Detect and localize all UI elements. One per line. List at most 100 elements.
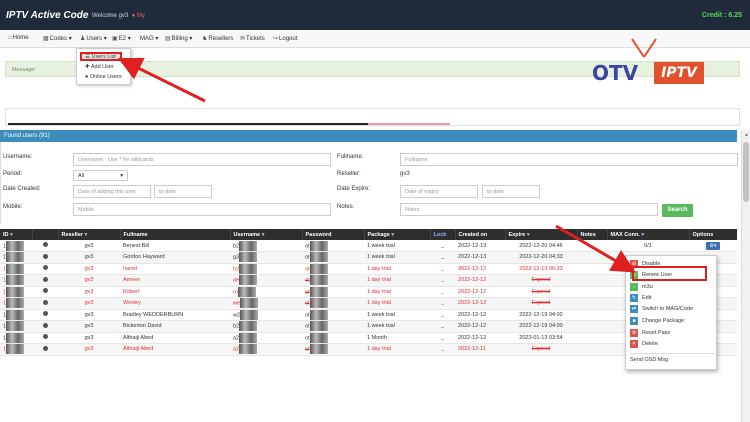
cell-fullname: Althaiji Abed [120, 343, 230, 356]
package-icon: ■ [630, 317, 638, 325]
col-fullname[interactable]: Fullname [120, 229, 231, 240]
cell-fullname: Bradley WEDDERBURN [120, 309, 230, 321]
cell-package: 1 day trial [364, 343, 430, 356]
cell-username: w2 [230, 309, 302, 321]
cell-expire: 2022-12-19 04:00 [505, 320, 577, 333]
nav-home[interactable]: ⌂Home [8, 35, 29, 41]
nav-mag[interactable]: MAG ▾ [140, 35, 158, 42]
cell-notes [577, 274, 607, 287]
redacted-block [239, 332, 258, 343]
cell-lock: _ [430, 297, 455, 310]
nav-logout[interactable]: ↪Logout [273, 35, 297, 42]
col-max-conn[interactable]: MAX Conn. ▾ [607, 229, 690, 240]
cell-status [32, 309, 58, 321]
cell-password: ot [302, 343, 364, 356]
scroll-thumb[interactable] [743, 142, 749, 202]
fullname-input[interactable]: Fullname [400, 153, 738, 166]
action-m3u[interactable]: ↓ m3u [630, 283, 653, 293]
period-select[interactable]: All ▾ [73, 170, 128, 181]
action-change-package[interactable]: ■ Change Package [630, 317, 684, 327]
page-scrollbar[interactable]: ▲ [741, 130, 750, 422]
cell-reseller: gv3 [58, 274, 120, 287]
logo-iptv: IPTV [654, 62, 704, 84]
cell-max-conn: 0/1 [607, 240, 689, 252]
menu-add-user[interactable]: ✚ Add User [85, 64, 114, 70]
action-switch-mag[interactable]: ⇄ Switch to MAG/Code [630, 305, 693, 315]
message-label: Message: [12, 67, 36, 73]
username-input[interactable]: Username : Use * for wildcards [73, 153, 331, 166]
ticket-icon: ✉ [240, 36, 246, 42]
col-expire[interactable]: Expire ▾ [505, 229, 578, 240]
scroll-up-icon[interactable]: ▲ [744, 132, 749, 138]
redacted-block [239, 240, 258, 251]
found-users-header: Found users (91) [0, 130, 737, 142]
cell-reseller: gv3 [58, 297, 120, 310]
cell-created: 2022-12-12 [455, 309, 505, 321]
action-edit[interactable]: ✎ Edit [630, 294, 651, 304]
table-row[interactable]: 1 gv3 Benest Bill b2 ot 1 week trial _ 2022-12-… [0, 240, 737, 252]
expire-from-input[interactable]: Date of expiry [400, 185, 478, 198]
redacted-strip [8, 123, 368, 125]
cell-notes [577, 332, 607, 344]
redacted-block [240, 298, 259, 309]
cell-reseller: gv3 [58, 286, 120, 298]
col-id[interactable]: ID ▾ [0, 229, 33, 240]
cell-expire: 2022-12-20 04:46 [505, 240, 577, 252]
action-send-osd[interactable]: Send OSD Msg [630, 357, 668, 367]
col-username[interactable]: Username ▾ [230, 229, 303, 240]
nav-tickets[interactable]: ✉Tickets [240, 35, 265, 42]
action-reset-pass[interactable]: ⚙ Reset Pass [630, 329, 670, 339]
resellers-icon: ♞ [202, 36, 208, 42]
redacted-block [240, 309, 259, 320]
col-reseller[interactable]: Reseller ▾ [58, 229, 121, 240]
tv-icon: ▣ [112, 36, 118, 42]
created-to-input[interactable]: to date [154, 185, 212, 198]
status-dot-icon [42, 299, 48, 305]
search-button[interactable]: Search [662, 204, 693, 217]
billing-icon: ▤ [165, 36, 171, 42]
sort-icon: ▾ [526, 231, 530, 238]
sort-icon: ▾ [84, 231, 88, 238]
cell-password: ot [302, 240, 364, 252]
col-password: Password [302, 229, 365, 240]
created-from-input[interactable]: Date of adding this user [73, 185, 151, 198]
redacted-block [309, 252, 328, 263]
cell-package: 1 week trial [364, 309, 430, 321]
action-delete[interactable]: ✕ Delete [630, 340, 658, 350]
nav-users[interactable]: ♟Users ▾ [80, 35, 107, 42]
redacted-block [309, 263, 328, 274]
status-dot-icon [42, 265, 48, 271]
col-package[interactable]: Package ▾ [364, 229, 431, 240]
cell-fullname: Robert [120, 286, 230, 298]
redacted-block [6, 332, 25, 343]
cell-created: 2022-12-13 [455, 251, 505, 264]
notes-input[interactable]: Notes [400, 203, 658, 216]
menu-online-users[interactable]: ● Online Users [85, 74, 122, 80]
cell-username: ro [230, 286, 302, 298]
expire-to-input[interactable]: to date [482, 185, 540, 198]
redacted-strip [368, 123, 450, 125]
mobile-input[interactable]: Mobile [73, 203, 331, 216]
cell-reseller: gv3 [58, 320, 120, 333]
caret-down-icon: ▾ [68, 36, 72, 42]
cell-package: 1 day trial [364, 297, 430, 310]
reset-icon: ⚙ [630, 329, 638, 337]
nav-e2[interactable]: ▣E2 ▾ [112, 35, 131, 42]
cell-id: 1 [0, 343, 32, 356]
highlight-users-list [80, 52, 122, 61]
col-lock[interactable]: Lock [430, 229, 456, 240]
cell-reseller: gv3 [58, 251, 120, 264]
my-link[interactable]: My [137, 13, 145, 19]
cell-password: ot [302, 274, 364, 287]
page: IPTV Active Code Welcome gv3 ● My Credit… [0, 0, 750, 422]
cell-notes [577, 251, 607, 264]
sort-icon: ▾ [10, 231, 13, 238]
nav-codes[interactable]: ▦Codes ▾ [43, 35, 72, 42]
col-created[interactable]: Created on [455, 229, 506, 240]
gear-icon[interactable]: ⚙▾ [706, 241, 720, 250]
nav-resellers[interactable]: ♞Resellers [202, 35, 233, 42]
nav-billing[interactable]: ▤Billing ▾ [165, 35, 192, 42]
cell-status [32, 240, 58, 252]
brand-logo[interactable]: IPTV Active Code [6, 10, 88, 21]
cell-notes [577, 343, 607, 356]
